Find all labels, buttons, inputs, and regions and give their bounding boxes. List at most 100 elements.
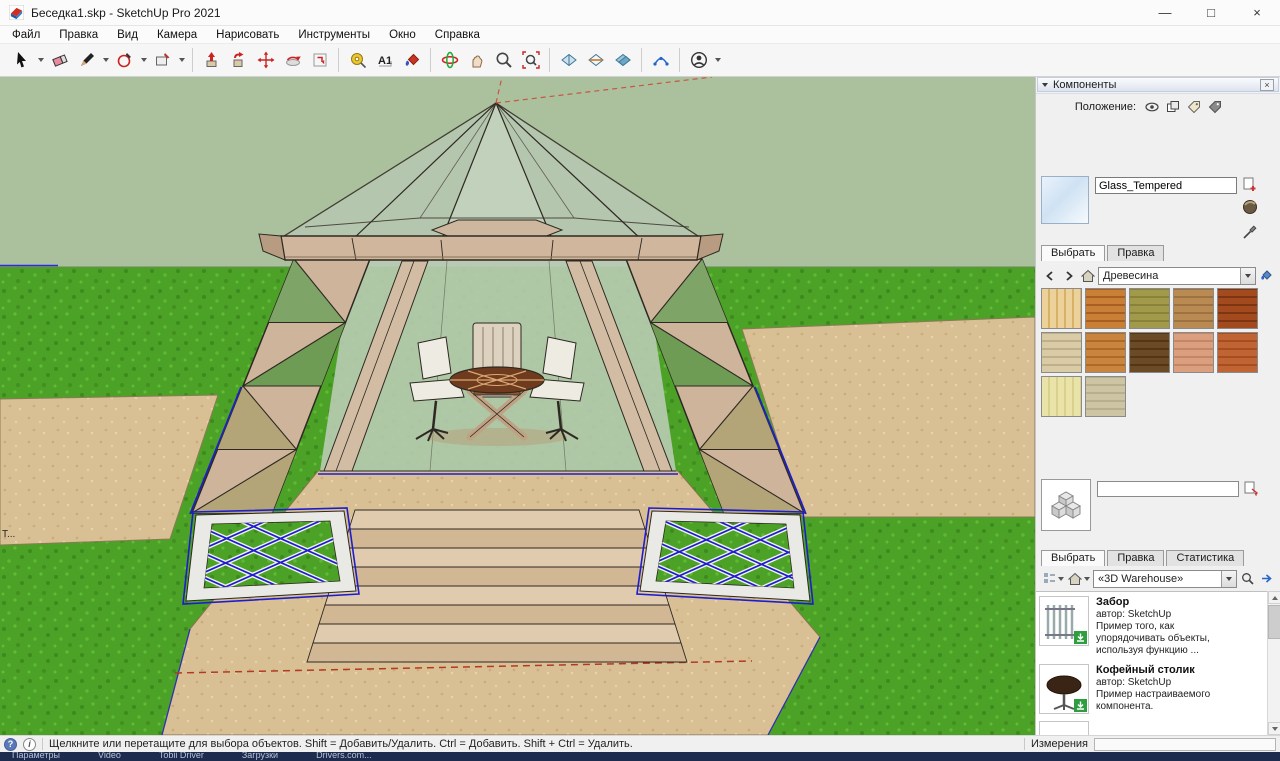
menu-item-Справка[interactable]: Справка <box>435 29 480 41</box>
section-plane-tool-button[interactable] <box>555 47 582 74</box>
component-search-combo[interactable]: «3D Warehouse» <box>1093 570 1237 588</box>
line-tool-dropdown[interactable] <box>100 47 111 74</box>
taskbar-item[interactable]: Параметры <box>12 752 60 759</box>
move-tool-button[interactable] <box>252 47 279 74</box>
display-section-cuts-button[interactable] <box>582 47 609 74</box>
components-tab-statistics[interactable]: Статистика <box>1166 550 1244 566</box>
material-swatch-0[interactable] <box>1041 288 1082 329</box>
material-swatch-8[interactable] <box>1173 332 1214 373</box>
push-pull-tool-button[interactable] <box>198 47 225 74</box>
material-swatch-3[interactable] <box>1173 288 1214 329</box>
component-details-button[interactable] <box>1243 480 1259 496</box>
search-button[interactable] <box>1239 570 1256 587</box>
display-section-planes-button[interactable] <box>609 47 636 74</box>
arc-tool-button[interactable] <box>111 47 138 74</box>
components-scrollbar[interactable] <box>1267 591 1280 735</box>
orbit-tool-button[interactable] <box>436 47 463 74</box>
select-tool-dropdown[interactable] <box>35 47 46 74</box>
arc-tool-dropdown[interactable] <box>138 47 149 74</box>
component-thumbnail[interactable] <box>1039 596 1089 646</box>
visibility-toggle-button[interactable] <box>1143 99 1161 115</box>
rotate-tool-button[interactable] <box>279 47 306 74</box>
component-list-item-partial[interactable] <box>1039 721 1264 735</box>
collections-home-button[interactable] <box>1067 570 1091 587</box>
home-button[interactable] <box>1079 267 1096 284</box>
material-category-dropdown[interactable]: Древесина <box>1098 267 1256 285</box>
follow-me-tool-button[interactable] <box>225 47 252 74</box>
material-swatch-4[interactable] <box>1217 288 1258 329</box>
sign-in-button[interactable] <box>685 47 712 74</box>
component-list-item[interactable]: Забор автор: SketchUp Пример того, как у… <box>1039 596 1264 657</box>
menu-item-Окно[interactable]: Окно <box>389 29 416 41</box>
component-name-field[interactable] <box>1097 481 1239 497</box>
component-thumbnail[interactable] <box>1039 664 1089 714</box>
collapsed-tray-tab[interactable]: Т... <box>2 529 15 540</box>
components-close-button[interactable]: × <box>1260 79 1274 91</box>
model-canvas[interactable] <box>0 77 1035 735</box>
close-button[interactable]: × <box>1234 0 1280 25</box>
create-material-button[interactable] <box>1242 176 1258 192</box>
materials-tab-edit[interactable]: Правка <box>1107 245 1164 261</box>
scenes-button[interactable] <box>647 47 674 74</box>
paint-details-button[interactable] <box>1258 267 1275 284</box>
tag-button[interactable] <box>1185 99 1203 115</box>
scroll-up-button[interactable] <box>1268 591 1280 604</box>
taskbar-item[interactable]: Video <box>98 752 121 759</box>
materials-tab-select[interactable]: Выбрать <box>1041 245 1105 261</box>
zoom-extents-tool-button[interactable] <box>517 47 544 74</box>
pan-tool-button[interactable] <box>463 47 490 74</box>
menu-item-Вид[interactable]: Вид <box>117 29 138 41</box>
roof-fascia[interactable] <box>259 234 723 260</box>
material-swatch-11[interactable] <box>1085 376 1126 417</box>
taskbar-item[interactable]: Загрузки <box>242 752 278 759</box>
material-swatch-5[interactable] <box>1041 332 1082 373</box>
measurements-input[interactable] <box>1094 738 1276 751</box>
rectangle-tool-button[interactable] <box>149 47 176 74</box>
rectangle-tool-dropdown[interactable] <box>176 47 187 74</box>
text-tool-button[interactable]: A1 <box>371 47 398 74</box>
info-button[interactable]: i <box>23 738 36 751</box>
material-swatch-2[interactable] <box>1129 288 1170 329</box>
material-name-input[interactable] <box>1095 177 1237 194</box>
line-tool-button[interactable] <box>73 47 100 74</box>
back-button[interactable] <box>1041 267 1058 284</box>
menu-item-Инструменты[interactable]: Инструменты <box>298 29 370 41</box>
tag-dark-button[interactable] <box>1206 99 1224 115</box>
in-model-materials-button[interactable] <box>1241 198 1259 216</box>
eraser-tool-button[interactable] <box>46 47 73 74</box>
components-tab-edit[interactable]: Правка <box>1107 550 1164 566</box>
menu-item-Правка[interactable]: Правка <box>59 29 98 41</box>
component-thumbnail[interactable] <box>1039 721 1089 735</box>
dropdown-button[interactable] <box>1240 268 1255 284</box>
material-swatch-1[interactable] <box>1085 288 1126 329</box>
scroll-down-button[interactable] <box>1268 722 1280 735</box>
select-tool-button[interactable] <box>8 47 35 74</box>
component-list-item[interactable]: Кофейный столик автор: SketchUp Пример н… <box>1039 664 1264 714</box>
viewport[interactable]: Т... <box>0 77 1035 735</box>
steps[interactable] <box>307 510 687 662</box>
menu-item-Файл[interactable]: Файл <box>12 29 40 41</box>
stack-panels-button[interactable] <box>1164 99 1182 115</box>
menu-item-Камера[interactable]: Камера <box>157 29 197 41</box>
components-section-header[interactable]: Компоненты × <box>1037 77 1279 92</box>
maximize-button[interactable]: □ <box>1188 0 1234 25</box>
material-swatch-7[interactable] <box>1129 332 1170 373</box>
scroll-thumb[interactable] <box>1268 605 1280 639</box>
component-name[interactable]: Кофейный столик <box>1096 664 1214 676</box>
sign-in-dropdown[interactable] <box>712 47 723 74</box>
help-button[interactable]: ? <box>4 738 17 751</box>
paint-bucket-tool-button[interactable] <box>398 47 425 74</box>
navigate-button[interactable] <box>1258 570 1275 587</box>
dropdown-button[interactable] <box>1221 571 1236 587</box>
taskbar-items[interactable]: ПараметрыVideoTobii DriverЗагрузкиDriver… <box>0 752 1280 761</box>
offset-tool-button[interactable] <box>306 47 333 74</box>
tape-measure-tool-button[interactable] <box>344 47 371 74</box>
sample-paint-eyedropper-button[interactable] <box>1242 224 1258 240</box>
forward-button[interactable] <box>1060 267 1077 284</box>
material-swatch-6[interactable] <box>1085 332 1126 373</box>
taskbar-item[interactable]: Drivers.com... <box>316 752 372 759</box>
component-name[interactable]: Забор <box>1096 596 1214 608</box>
material-swatch-10[interactable] <box>1041 376 1082 417</box>
components-tab-select[interactable]: Выбрать <box>1041 550 1105 566</box>
minimize-button[interactable]: — <box>1142 0 1188 25</box>
